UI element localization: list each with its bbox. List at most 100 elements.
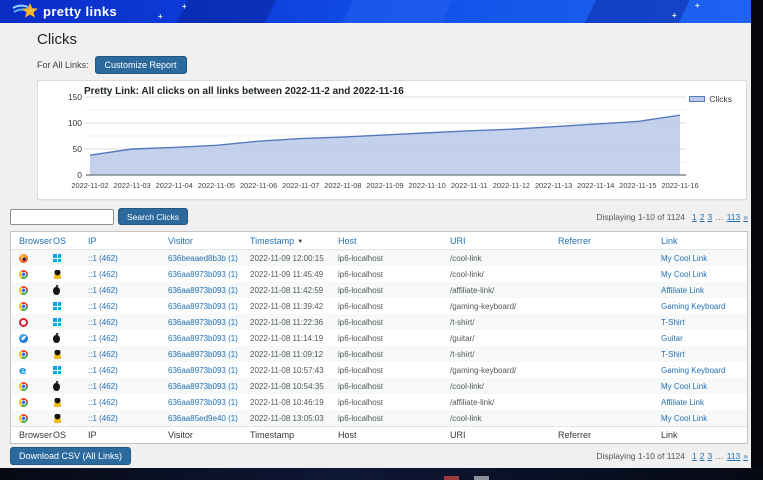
pretty-link-name-link[interactable]: Guitar	[661, 334, 683, 343]
ip-link[interactable]: ::1 (462)	[88, 334, 118, 343]
apple-icon	[53, 335, 60, 343]
pretty-link-name-link[interactable]: Affiliate Link	[661, 398, 704, 407]
visitor-link[interactable]: 636aa8973b093 (1)	[168, 334, 238, 343]
last-page-link[interactable]: 113	[727, 451, 741, 461]
os-cell	[45, 349, 80, 358]
column-header-link-timestamp[interactable]: Timestamp	[250, 236, 294, 246]
visitor-cell: 636aa8973b093 (1)	[160, 302, 242, 311]
page-2-link[interactable]: 2	[700, 212, 705, 222]
ip-link[interactable]: ::1 (462)	[88, 302, 118, 311]
timestamp-cell: 2022-11-08 11:09:12	[242, 350, 330, 359]
table-row: ::1 (462)636aa8973b093 (1)2022-11-08 11:…	[11, 298, 747, 314]
timestamp-cell: 2022-11-09 12:00:15	[242, 254, 330, 263]
column-header-link-host[interactable]: Host	[338, 236, 357, 246]
page-1-link[interactable]: 1	[692, 451, 697, 461]
pretty-link-name-link[interactable]: My Cool Link	[661, 254, 707, 263]
link-cell: T-Shirt	[653, 318, 747, 327]
chrome-icon	[19, 414, 28, 423]
ip-link[interactable]: ::1 (462)	[88, 254, 118, 263]
pretty-link-name-link[interactable]: Gaming Keyboard	[661, 366, 725, 375]
pretty-link-name-link[interactable]: My Cool Link	[661, 414, 707, 423]
table-row: ::1 (462) 636aa8973b093 (1) 2022-11-08 11:…	[11, 346, 747, 362]
ip-link[interactable]: ::1 (462)	[88, 414, 118, 423]
column-header-link-ip[interactable]: IP	[88, 236, 97, 246]
column-header-link-link[interactable]: Link	[661, 236, 678, 246]
customize-report-button[interactable]: Customize Report	[95, 56, 187, 74]
uri-cell: /cool-link	[442, 254, 550, 263]
next-page-link[interactable]: »	[743, 212, 748, 222]
page-2-link[interactable]: 2	[700, 451, 705, 461]
ip-cell: ::1 (462)	[80, 318, 160, 327]
visitor-link[interactable]: 636aa8973b093 (1)	[168, 270, 238, 279]
ip-link[interactable]: ::1 (462)	[88, 398, 118, 407]
svg-text:2022-11-03: 2022-11-03	[114, 181, 151, 190]
pretty-link-name-link[interactable]: T-Shirt	[661, 350, 685, 359]
chrome-icon	[19, 398, 28, 407]
column-header-host: Host	[330, 236, 442, 246]
table-row: ::1 (462)636aa8973b093 (1)2022-11-08 10:…	[11, 362, 747, 378]
visitor-link[interactable]: 636aa8973b093 (1)	[168, 302, 238, 311]
ip-cell: ::1 (462)	[80, 286, 160, 295]
visitor-cell: 636aa8973b093 (1)	[160, 398, 242, 407]
safari-icon	[19, 334, 28, 343]
pretty-link-name-link[interactable]: Affiliate Link	[661, 286, 704, 295]
column-header-link-referrer[interactable]: Referrer	[558, 236, 591, 246]
visitor-link[interactable]: 636aa8973b093 (1)	[168, 382, 238, 391]
visitor-link[interactable]: 636aa8973b093 (1)	[168, 286, 238, 295]
host-cell: ip6-localhost	[330, 286, 442, 295]
clicks-chart-panel: Pretty Link: All clicks on all links bet…	[37, 80, 747, 200]
visitor-link[interactable]: 636beaaed8b3b (1)	[168, 254, 238, 263]
svg-text:100: 100	[68, 118, 82, 128]
svg-text:2022-11-14: 2022-11-14	[577, 181, 614, 190]
download-csv-button[interactable]: Download CSV (All Links)	[10, 447, 131, 465]
ip-link[interactable]: ::1 (462)	[88, 318, 118, 327]
visitor-cell: 636aa8973b093 (1)	[160, 318, 242, 327]
column-header-link-uri[interactable]: URI	[450, 236, 466, 246]
column-footer-os: OS	[45, 430, 80, 440]
chrome-icon	[19, 270, 28, 279]
ip-link[interactable]: ::1 (462)	[88, 270, 118, 279]
pretty-link-name-link[interactable]: T-Shirt	[661, 318, 685, 327]
visitor-link[interactable]: 636aa8973b093 (1)	[168, 318, 238, 327]
page-1-link[interactable]: 1	[692, 212, 697, 222]
linux-icon	[53, 350, 62, 359]
timestamp-cell: 2022-11-08 11:22:36	[242, 318, 330, 327]
browser-cell	[11, 253, 45, 262]
visitor-link[interactable]: 636aa8973b093 (1)	[168, 350, 238, 359]
visitor-link[interactable]: 636aa85ed9e40 (1)	[168, 414, 238, 423]
page-3-link[interactable]: 3	[707, 451, 712, 461]
search-clicks-button[interactable]: Search Clicks	[118, 208, 188, 225]
column-footer-host: Host	[330, 430, 442, 440]
next-page-link[interactable]: »	[743, 451, 748, 461]
os-cell	[45, 285, 80, 294]
host-cell: ip6-localhost	[330, 270, 442, 279]
column-header-link-os[interactable]: OS	[53, 236, 66, 246]
visitor-link[interactable]: 636aa8973b093 (1)	[168, 366, 238, 375]
windows-icon	[53, 318, 61, 326]
table-row: ::1 (462)636aa8973b093 (1)2022-11-08 10:…	[11, 394, 747, 410]
column-header-browser: Browser	[11, 236, 45, 246]
ip-link[interactable]: ::1 (462)	[88, 286, 118, 295]
clicks-chart-svg: 0501001502022-11-022022-11-032022-11-042…	[40, 93, 740, 193]
uri-cell: /affiliate-link/	[442, 398, 550, 407]
admin-page: pretty links + + + + Clicks For All Link…	[0, 0, 751, 468]
ip-link[interactable]: ::1 (462)	[88, 366, 118, 375]
sparkle-icon: +	[158, 13, 163, 21]
pretty-link-name-link[interactable]: My Cool Link	[661, 382, 707, 391]
svg-text:50: 50	[73, 144, 83, 154]
ip-link[interactable]: ::1 (462)	[88, 350, 118, 359]
pretty-link-name-link[interactable]: My Cool Link	[661, 270, 707, 279]
chrome-icon	[19, 350, 28, 359]
column-header-link-visitor[interactable]: Visitor	[168, 236, 193, 246]
ip-link[interactable]: ::1 (462)	[88, 382, 118, 391]
opera-icon	[19, 318, 28, 327]
last-page-link[interactable]: 113	[727, 212, 741, 222]
search-input[interactable]	[10, 209, 114, 225]
visitor-link[interactable]: 636aa8973b093 (1)	[168, 398, 238, 407]
page-3-link[interactable]: 3	[707, 212, 712, 222]
link-cell: Guitar	[653, 334, 747, 343]
browser-cell	[11, 349, 45, 358]
pretty-link-name-link[interactable]: Gaming Keyboard	[661, 302, 725, 311]
ip-cell: ::1 (462)	[80, 302, 160, 311]
link-cell: My Cool Link	[653, 382, 747, 391]
